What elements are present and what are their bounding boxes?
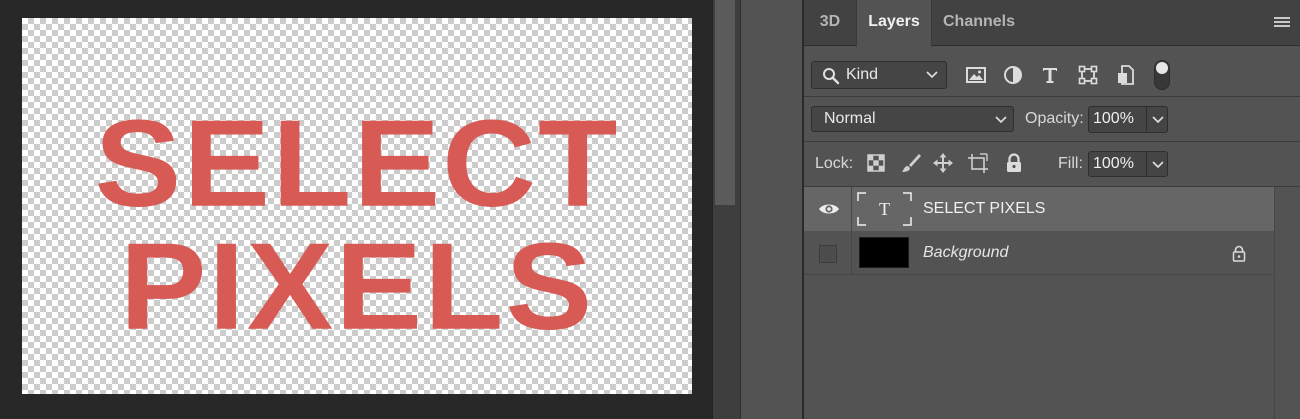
blend-mode-select[interactable]: Normal xyxy=(811,106,1014,132)
tab-3d[interactable]: 3D xyxy=(804,0,856,46)
fill-dropdown-button[interactable] xyxy=(1146,152,1168,176)
adjustment-layer-filter-icon[interactable] xyxy=(1001,63,1025,87)
type-layer-filter-icon[interactable] xyxy=(1038,63,1062,87)
layers-panel: 3D Layers Channels Kind Normal Opacity: … xyxy=(804,0,1300,419)
chevron-down-icon xyxy=(995,116,1007,124)
chevron-down-icon xyxy=(1152,116,1164,124)
layer-name[interactable]: SELECT PIXELS xyxy=(923,200,1045,218)
panel-dock-gap xyxy=(740,0,802,419)
layers-list-scrollbar[interactable] xyxy=(1274,187,1300,419)
fill-value[interactable]: 100% xyxy=(1093,155,1134,173)
layer-name[interactable]: Background xyxy=(923,244,1008,262)
thumb-glyph: T xyxy=(879,199,890,219)
lock-icon[interactable] xyxy=(1231,245,1247,262)
panel-tab-bar: 3D Layers Channels xyxy=(804,0,1300,47)
fill-field[interactable]: 100% xyxy=(1088,151,1168,177)
move-arrows-icon[interactable] xyxy=(932,152,954,174)
eye-icon[interactable] xyxy=(818,202,840,216)
lock-label: Lock: xyxy=(815,155,854,172)
divider xyxy=(804,141,1300,142)
pixel-layer-filter-icon[interactable] xyxy=(964,63,988,87)
fill-label: Fill: xyxy=(1058,155,1083,172)
chevron-down-icon xyxy=(926,71,938,79)
toggle-knob xyxy=(1156,62,1168,74)
visibility-off-box[interactable] xyxy=(819,245,837,263)
lock-transparent-icon[interactable] xyxy=(865,152,887,174)
document-canvas[interactable]: SELECT PIXELS xyxy=(22,18,692,394)
artboard-icon[interactable] xyxy=(967,152,989,174)
divider xyxy=(804,96,1300,97)
search-icon xyxy=(823,68,840,85)
layers-list: T SELECT PIXELS Background xyxy=(804,187,1274,419)
opacity-label: Opacity: xyxy=(1025,110,1084,127)
lock-icon[interactable] xyxy=(1003,152,1025,174)
chevron-down-icon xyxy=(1152,161,1164,169)
background-layer-thumbnail[interactable] xyxy=(859,237,909,268)
text-layer-thumbnail-icon[interactable]: T xyxy=(856,191,913,227)
visibility-toggle[interactable] xyxy=(804,231,852,275)
tab-channels[interactable]: Channels xyxy=(932,0,1026,46)
layer-row-select-pixels[interactable]: T SELECT PIXELS xyxy=(804,187,1274,231)
hamburger-menu-icon[interactable] xyxy=(1274,17,1290,31)
canvas-area[interactable]: SELECT PIXELS xyxy=(0,0,712,419)
layer-row-background[interactable]: Background xyxy=(804,231,1274,275)
shape-layer-filter-icon[interactable] xyxy=(1076,63,1100,87)
blend-mode-value: Normal xyxy=(824,110,876,127)
canvas-text-line-2: PIXELS xyxy=(119,216,595,356)
canvas-scrollbar-thumb[interactable] xyxy=(715,0,735,205)
canvas-text-line-1: SELECT xyxy=(94,93,620,233)
layer-filter-kind-select[interactable]: Kind xyxy=(811,61,947,89)
visibility-toggle[interactable] xyxy=(804,187,852,231)
smart-object-filter-icon[interactable] xyxy=(1114,63,1138,87)
brush-icon[interactable] xyxy=(900,152,922,174)
opacity-value[interactable]: 100% xyxy=(1093,110,1134,128)
tab-layers[interactable]: Layers xyxy=(856,0,932,47)
filter-kind-label: Kind xyxy=(846,66,879,83)
opacity-dropdown-button[interactable] xyxy=(1146,107,1168,132)
filter-toggle-switch[interactable] xyxy=(1154,60,1170,90)
opacity-field[interactable]: 100% xyxy=(1088,106,1168,133)
